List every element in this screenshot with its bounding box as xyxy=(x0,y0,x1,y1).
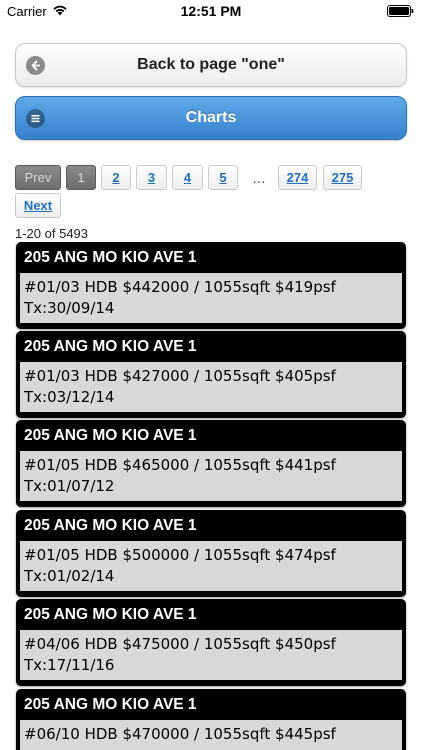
listing-details-box: #01/03 HDB $427000 / 1055sqft $405psf Tx… xyxy=(20,362,402,412)
listing-details-box: #04/06 HDB $475000 / 1055sqft $450psf Tx… xyxy=(20,630,402,680)
listing-address: 205 ANG MO KIO AVE 1 xyxy=(24,517,197,534)
listing-details: #01/03 HDB $427000 / 1055sqft $405psf xyxy=(24,367,336,385)
listing-address: 205 ANG MO KIO AVE 1 xyxy=(24,696,197,713)
back-button[interactable]: Back to page "one" xyxy=(15,43,407,87)
listing-details-box: #06/10 HDB $470000 / 1055sqft $445psf xyxy=(20,720,402,750)
charts-button[interactable]: Charts xyxy=(15,96,407,140)
listing-card[interactable]: 205 ANG MO KIO AVE 1 #01/05 HDB $465000 … xyxy=(16,420,406,507)
listing-details-box: #01/03 HDB $442000 / 1055sqft $419psf Tx… xyxy=(20,273,402,323)
page-275-link[interactable]: 275 xyxy=(323,165,362,190)
prev-button: Prev xyxy=(15,165,61,190)
page-274-link[interactable]: 274 xyxy=(278,165,317,190)
listing-transaction-date: Tx:03/12/14 xyxy=(24,388,115,406)
listing-transaction-date: Tx:30/09/14 xyxy=(24,299,115,317)
listing-details: #01/03 HDB $442000 / 1055sqft $419psf xyxy=(24,278,336,296)
listing-details: #01/05 HDB $465000 / 1055sqft $441psf xyxy=(24,456,336,474)
charts-button-label: Charts xyxy=(185,109,237,126)
page-2-link[interactable]: 2 xyxy=(101,165,131,190)
listing-details: #01/05 HDB $500000 / 1055sqft $474psf xyxy=(24,546,336,564)
status-bar: Carrier 12:51 PM xyxy=(0,0,422,24)
listing-address: 205 ANG MO KIO AVE 1 xyxy=(24,338,197,355)
listing-card[interactable]: 205 ANG MO KIO AVE 1 #06/10 HDB $470000 … xyxy=(16,689,406,750)
listing-card[interactable]: 205 ANG MO KIO AVE 1 #04/06 HDB $475000 … xyxy=(16,599,406,686)
listing-details: #04/06 HDB $475000 / 1055sqft $450psf xyxy=(24,635,336,653)
page-3-link[interactable]: 3 xyxy=(136,165,167,190)
listing-card[interactable]: 205 ANG MO KIO AVE 1 #01/03 HDB $427000 … xyxy=(16,331,406,418)
result-count: 1-20 of 5493 xyxy=(15,226,89,241)
clock: 12:51 PM xyxy=(180,3,242,19)
pagination: Prev 1 2 3 4 5 … 274 275 Next xyxy=(15,165,415,219)
back-arrow-icon xyxy=(26,56,45,75)
next-button[interactable]: Next xyxy=(15,193,61,218)
listing-transaction-date: Tx:01/02/14 xyxy=(24,567,115,585)
listing-address: 205 ANG MO KIO AVE 1 xyxy=(24,427,197,444)
listing-address: 205 ANG MO KIO AVE 1 xyxy=(24,249,197,266)
page-5-link[interactable]: 5 xyxy=(208,165,238,190)
page-4-link[interactable]: 4 xyxy=(172,165,203,190)
menu-icon xyxy=(26,109,45,128)
page-1-current: 1 xyxy=(66,165,96,190)
listing-details-box: #01/05 HDB $465000 / 1055sqft $441psf Tx… xyxy=(20,451,402,501)
listing-card[interactable]: 205 ANG MO KIO AVE 1 #01/05 HDB $500000 … xyxy=(16,510,406,597)
listing-transaction-date: Tx:01/07/12 xyxy=(24,477,115,495)
listing-details: #06/10 HDB $470000 / 1055sqft $445psf xyxy=(24,725,336,743)
battery-icon xyxy=(387,5,414,17)
listing-address: 205 ANG MO KIO AVE 1 xyxy=(24,606,197,623)
listing-details-box: #01/05 HDB $500000 / 1055sqft $474psf Tx… xyxy=(20,541,402,591)
listing-card[interactable]: 205 ANG MO KIO AVE 1 #01/03 HDB $442000 … xyxy=(16,242,406,329)
pagination-ellipsis: … xyxy=(252,169,266,186)
back-button-label: Back to page "one" xyxy=(137,56,285,73)
listing-transaction-date: Tx:17/11/16 xyxy=(24,656,115,674)
